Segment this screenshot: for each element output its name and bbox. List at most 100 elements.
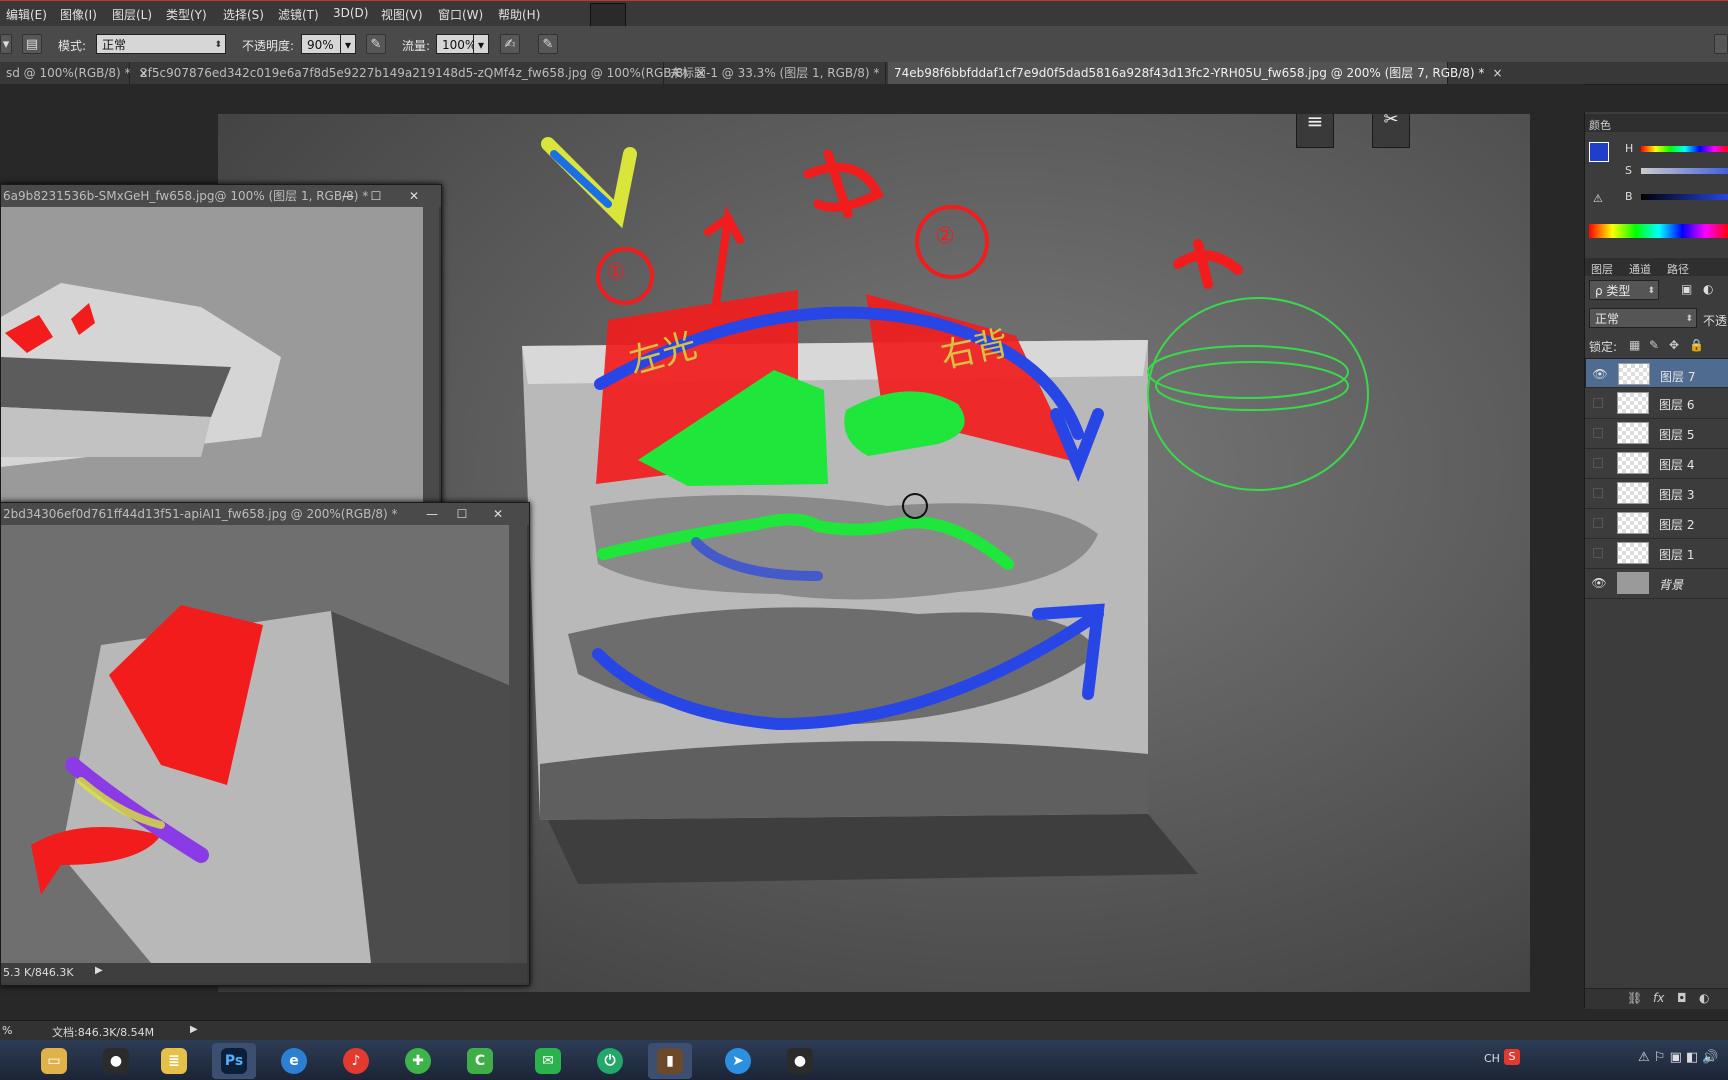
brightness-slider[interactable]: [1641, 194, 1728, 200]
menu-window[interactable]: 窗口(W): [438, 6, 483, 23]
floating-doc-window-1[interactable]: 6a9b8231536b-SMxGeH_fw658.jpg@ 100% (图层 …: [0, 184, 442, 508]
layer-row-3[interactable]: 图层 3: [1585, 478, 1728, 509]
close-icon[interactable]: ✕: [405, 187, 423, 205]
taskbar-netease-music[interactable]: ♪: [334, 1043, 378, 1079]
flow-dropdown[interactable]: ▾: [473, 34, 489, 54]
tab-doc-2[interactable]: 2f5c907876ed342c019e6a7f8d5e9227b149a219…: [134, 62, 706, 84]
flow-input[interactable]: 100%: [436, 34, 476, 54]
layer-row-background[interactable]: 👁 背景: [1585, 568, 1728, 599]
layer-filter-select[interactable]: ρ 类型 ⬍: [1589, 280, 1659, 300]
menu-help[interactable]: 帮助(H): [498, 6, 540, 23]
sliders-icon[interactable]: ≡: [1297, 114, 1333, 133]
taskbar-explorer[interactable]: ▭: [32, 1043, 76, 1079]
taskbar-app-green[interactable]: ⏻: [588, 1043, 632, 1079]
link-layers-icon[interactable]: ⛓: [1627, 991, 1642, 1005]
close-icon[interactable]: ×: [1492, 66, 1502, 80]
visibility-toggle[interactable]: [1593, 518, 1603, 528]
menu-image[interactable]: 图像(I): [60, 6, 97, 23]
minimize-icon[interactable]: —: [423, 505, 441, 523]
mode-select[interactable]: 正常 ⬍: [96, 34, 226, 54]
panel-dock-handle[interactable]: [590, 3, 626, 27]
airbrush-icon[interactable]: ✍: [500, 34, 520, 54]
maximize-icon[interactable]: ☐: [453, 505, 471, 523]
menu-edit[interactable]: 编辑(E): [6, 6, 47, 23]
brush-panel-toggle-icon[interactable]: ▤: [22, 34, 42, 54]
add-mask-icon[interactable]: ◘: [1677, 991, 1687, 1005]
menu-layer[interactable]: 图层(L): [112, 6, 152, 23]
visibility-eye-icon[interactable]: 👁: [1592, 366, 1608, 382]
foreground-color-swatch[interactable]: [1589, 142, 1609, 162]
color-ramp[interactable]: [1589, 224, 1728, 238]
taskbar-qq-2[interactable]: ●: [778, 1043, 822, 1079]
opacity-input[interactable]: 90%: [301, 34, 341, 54]
layer-row-4[interactable]: 图层 4: [1585, 448, 1728, 479]
opacity-dropdown[interactable]: ▾: [340, 34, 356, 54]
pressure-size-icon[interactable]: ✎: [538, 34, 558, 54]
layer-row-2[interactable]: 图层 2: [1585, 508, 1728, 539]
lock-move-icon[interactable]: ✥: [1669, 338, 1679, 352]
taskbar-wechat[interactable]: ✉: [526, 1043, 570, 1079]
menu-filter[interactable]: 滤镜(T): [278, 6, 319, 23]
pressure-opacity-icon[interactable]: ✎: [366, 34, 386, 54]
scrollbar[interactable]: [509, 525, 527, 963]
scissors-icon[interactable]: ✂: [1373, 114, 1409, 130]
taskbar-feishu[interactable]: ➤: [716, 1043, 760, 1079]
sogou-ime-icon[interactable]: S: [1504, 1049, 1520, 1065]
workspace-switcher[interactable]: [1714, 34, 1728, 54]
taskbar-camtasia[interactable]: C: [458, 1043, 502, 1079]
layer-row-5[interactable]: 图层 5: [1585, 418, 1728, 449]
visibility-eye-icon[interactable]: 👁: [1591, 575, 1607, 591]
input-language[interactable]: CH: [1484, 1052, 1500, 1065]
layer-row-7[interactable]: 👁 图层 7: [1585, 358, 1728, 388]
visibility-toggle[interactable]: [1593, 398, 1603, 408]
status-menu-arrow-icon[interactable]: ▶: [95, 965, 103, 976]
scrollbar[interactable]: [423, 207, 439, 507]
taskbar-photoshop[interactable]: Ps: [212, 1043, 256, 1079]
hue-slider[interactable]: [1641, 146, 1728, 152]
tab-doc-3[interactable]: 未标题-1 @ 33.3% (图层 1, RGB/8) *×: [664, 62, 897, 84]
tool-preset-picker[interactable]: ▾: [0, 34, 12, 54]
tab-layers[interactable]: 图层: [1591, 261, 1613, 277]
gamut-warning-icon[interactable]: ⚠: [1593, 192, 1603, 205]
visibility-toggle[interactable]: [1593, 458, 1603, 468]
taskbar-qq[interactable]: ●: [94, 1043, 138, 1079]
visibility-toggle[interactable]: [1593, 428, 1603, 438]
taskbar-360[interactable]: ✚: [396, 1043, 440, 1079]
close-icon[interactable]: ✕: [489, 505, 507, 523]
tools-mini-panel[interactable]: ▸▸ ✕ ✂: [1372, 114, 1410, 148]
floating-doc-window-2[interactable]: 2bd34306ef0d761ff44d13f51-apiAI1_fw658.j…: [0, 502, 530, 986]
doc-canvas-2[interactable]: [1, 525, 509, 963]
doc-canvas-1[interactable]: [1, 207, 423, 507]
adjustments-mini-panel[interactable]: ▸▸ ✕ ≡: [1296, 114, 1334, 148]
taskbar-notepad[interactable]: ≣: [152, 1043, 196, 1079]
menu-select[interactable]: 选择(S): [223, 6, 264, 23]
new-adjustment-icon[interactable]: ◐: [1699, 991, 1709, 1005]
tab-channels[interactable]: 通道: [1629, 261, 1651, 277]
visibility-toggle[interactable]: [1593, 488, 1603, 498]
visibility-toggle[interactable]: [1593, 548, 1603, 558]
lock-all-icon[interactable]: 🔒: [1689, 338, 1704, 352]
window-title-bar[interactable]: 2bd34306ef0d761ff44d13f51-apiAI1_fw658.j…: [1, 503, 529, 525]
layer-row-1[interactable]: 图层 1: [1585, 538, 1728, 569]
minimize-icon[interactable]: —: [339, 187, 357, 205]
blend-mode-select[interactable]: 正常 ⬍: [1589, 308, 1697, 328]
lock-transparent-icon[interactable]: ▦: [1629, 338, 1640, 352]
tab-doc-1[interactable]: sd @ 100%(RGB/8) * ×: [0, 62, 149, 84]
lock-paint-icon[interactable]: ✎: [1649, 338, 1659, 352]
menu-view[interactable]: 视图(V): [381, 6, 423, 23]
status-menu-arrow-icon[interactable]: ▶: [190, 1024, 198, 1035]
maximize-icon[interactable]: ☐: [367, 187, 385, 205]
taskbar-video[interactable]: ▮: [648, 1043, 692, 1079]
color-panel-title[interactable]: 颜色: [1589, 117, 1611, 133]
fx-button[interactable]: fx: [1653, 991, 1664, 1005]
layer-row-6[interactable]: 图层 6: [1585, 388, 1728, 419]
taskbar-browser[interactable]: e: [272, 1043, 316, 1079]
filter-adjustment-icon[interactable]: ◐: [1703, 282, 1713, 296]
tray-icons[interactable]: ⚠ ⚐ ▣ ◧ 🔊: [1638, 1050, 1719, 1065]
tab-doc-4-active[interactable]: 74eb98f6bbfddaf1cf7e9d0f5dad5816a928f43d…: [888, 62, 1503, 84]
tab-paths[interactable]: 路径: [1667, 261, 1689, 277]
menu-3d[interactable]: 3D(D): [333, 6, 368, 20]
filter-image-icon[interactable]: ▣: [1681, 282, 1692, 296]
zoom-readout[interactable]: %: [2, 1024, 12, 1037]
menu-type[interactable]: 类型(Y): [166, 6, 207, 23]
